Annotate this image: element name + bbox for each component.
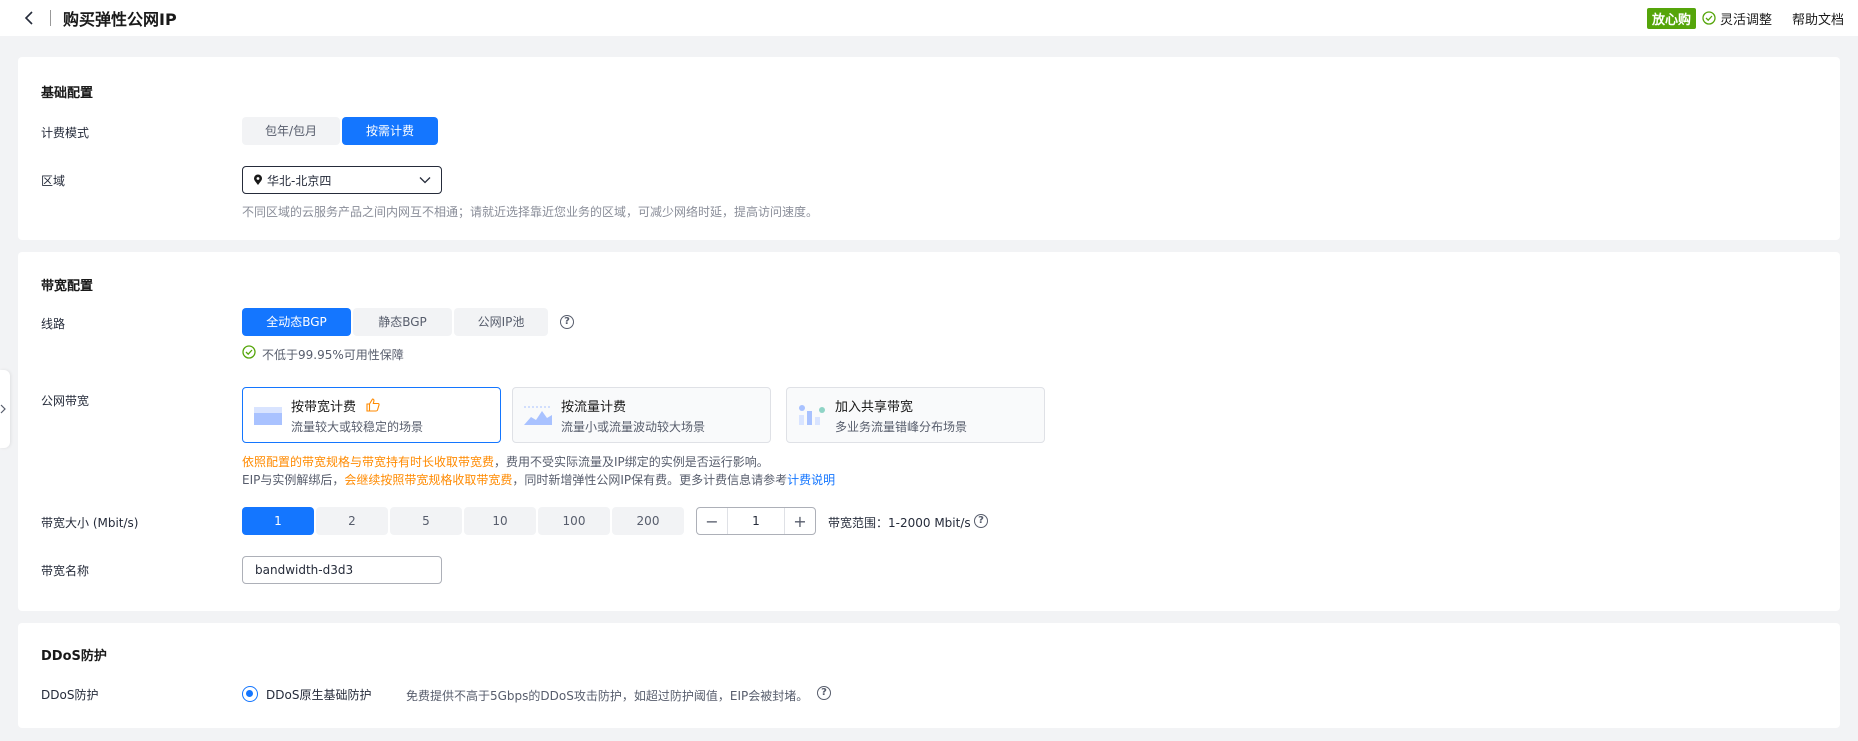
ddos-card: DDoS防护 DDoS防护 DDoS原生基础防护 免费提供不高于5Gbps的DD… bbox=[18, 623, 1840, 728]
billing-note-line2-highlight: 会继续按照带宽规格收取带宽费 bbox=[344, 473, 513, 487]
region-label: 区域 bbox=[41, 174, 66, 188]
bandwidth-range-text: 带宽范围：1-2000 Mbit/s bbox=[828, 516, 971, 530]
back-arrow-icon[interactable] bbox=[22, 11, 36, 25]
billing-note-line1-rest: ，费用不受实际流量及IP绑定的实例是否运行影响。 bbox=[494, 455, 769, 469]
title-divider bbox=[50, 10, 51, 26]
billing-mode-label: 计费模式 bbox=[41, 126, 90, 140]
bandwidth-size-label: 带宽大小 (Mbit/s) bbox=[41, 516, 139, 530]
shared-bandwidth-desc: 多业务流量错峰分布场景 bbox=[835, 419, 968, 434]
ddos-title: DDoS防护 bbox=[41, 649, 107, 664]
bandwidth-config-title: 带宽配置 bbox=[41, 279, 94, 294]
billing-info-link[interactable]: 计费说明 bbox=[787, 473, 835, 487]
size-option-5[interactable]: 5 bbox=[390, 507, 462, 535]
size-option-100[interactable]: 100 bbox=[538, 507, 610, 535]
ddos-option-label[interactable]: DDoS原生基础防护 bbox=[266, 686, 371, 703]
bandwidth-size-selector: 1 2 5 10 100 200 bbox=[242, 507, 686, 535]
traffic-chart-icon bbox=[523, 403, 553, 427]
size-option-1[interactable]: 1 bbox=[242, 507, 314, 535]
shared-bandwidth-icon bbox=[797, 403, 827, 427]
assurance-badge: 放心购 bbox=[1646, 7, 1696, 29]
bandwidth-name-label: 带宽名称 bbox=[41, 564, 90, 578]
billing-note-line2-start: EIP与实例解绑后， bbox=[242, 473, 345, 487]
billing-on-demand-button[interactable]: 按需计费 bbox=[342, 117, 438, 145]
billing-by-bandwidth-title: 按带宽计费 bbox=[291, 399, 357, 415]
chevron-down-icon bbox=[419, 176, 431, 184]
billing-yearly-monthly-button[interactable]: 包年/包月 bbox=[242, 117, 340, 145]
line-ip-pool-button[interactable]: 公网IP池 bbox=[454, 308, 548, 336]
billing-by-bandwidth-desc: 流量较大或较稳定的场景 bbox=[291, 419, 424, 434]
side-panel-handle[interactable] bbox=[0, 370, 10, 448]
size-option-10[interactable]: 10 bbox=[464, 507, 536, 535]
region-select[interactable]: 华北-北京四 bbox=[242, 166, 442, 194]
billing-note-line2: EIP与实例解绑后，会继续按照带宽规格收取带宽费，同时新增弹性公网IP保有费。更… bbox=[242, 471, 835, 488]
bandwidth-config-card: 带宽配置 线路 全动态BGP 静态BGP 公网IP池 ? 不低于99.95%可用… bbox=[18, 252, 1840, 611]
billing-note-line1: 依照配置的带宽规格与带宽持有时长收取带宽费，费用不受实际流量及IP绑定的实例是否… bbox=[242, 453, 769, 470]
page-title: 购买弹性公网IP bbox=[63, 10, 177, 29]
top-bar: 购买弹性公网IP 放心购 灵活调整 帮助文档 bbox=[0, 0, 1858, 36]
basic-config-card: 基础配置 计费模式 包年/包月 按需计费 区域 华北-北京四 不同区域的云服务产… bbox=[18, 57, 1840, 240]
ddos-description: 免费提供不高于5Gbps的DDoS攻击防护，如超过防护阈值，EIP会被封堵。 bbox=[406, 689, 809, 703]
availability-check-icon bbox=[242, 345, 256, 362]
size-option-200[interactable]: 200 bbox=[612, 507, 684, 535]
ddos-basic-radio[interactable] bbox=[242, 686, 258, 702]
line-static-bgp-button[interactable]: 静态BGP bbox=[353, 308, 452, 336]
billing-by-bandwidth-card[interactable]: 按带宽计费 流量较大或较稳定的场景 bbox=[242, 387, 501, 443]
line-label: 线路 bbox=[41, 317, 66, 331]
line-selector: 全动态BGP 静态BGP 公网IP池 bbox=[242, 308, 550, 336]
line-full-bgp-button[interactable]: 全动态BGP bbox=[242, 308, 351, 336]
bandwidth-range-help-icon[interactable]: ? bbox=[974, 514, 988, 528]
basic-config-title: 基础配置 bbox=[41, 86, 94, 101]
check-circle-icon bbox=[1702, 11, 1716, 25]
header-actions: 放心购 灵活调整 帮助文档 bbox=[1646, 7, 1844, 29]
stepper-minus-button[interactable]: − bbox=[697, 512, 727, 531]
help-docs-link[interactable]: 帮助文档 bbox=[1792, 9, 1844, 28]
bandwidth-stepper: − 1 + bbox=[696, 507, 816, 535]
public-bandwidth-label: 公网带宽 bbox=[41, 394, 90, 408]
ddos-help-icon[interactable]: ? bbox=[817, 686, 831, 700]
ddos-label: DDoS防护 bbox=[41, 688, 99, 702]
availability-text: 不低于99.95%可用性保障 bbox=[262, 348, 404, 362]
bandwidth-name-input[interactable]: bandwidth-d3d3 bbox=[242, 556, 442, 584]
bandwidth-chart-icon bbox=[253, 403, 283, 427]
billing-mode-selector: 包年/包月 按需计费 bbox=[242, 117, 440, 145]
billing-note-line2-middle: ，同时新增弹性公网IP保有费。更多计费信息请参考 bbox=[512, 473, 788, 487]
billing-note-line1-highlight: 依照配置的带宽规格与带宽持有时长收取带宽费 bbox=[242, 455, 495, 469]
flexible-adjust-label: 灵活调整 bbox=[1719, 12, 1772, 28]
billing-by-traffic-card[interactable]: 按流量计费 流量小或流量波动较大场景 bbox=[512, 387, 771, 443]
billing-by-traffic-title: 按流量计费 bbox=[561, 399, 627, 415]
shared-bandwidth-card[interactable]: 加入共享带宽 多业务流量错峰分布场景 bbox=[786, 387, 1045, 443]
size-option-2[interactable]: 2 bbox=[316, 507, 388, 535]
region-hint: 不同区域的云服务产品之间内网互不相通；请就近选择靠近您业务的区域，可减少网络时延… bbox=[242, 205, 819, 219]
thumbs-up-icon bbox=[366, 398, 380, 412]
billing-by-traffic-desc: 流量小或流量波动较大场景 bbox=[561, 419, 706, 434]
stepper-value-input[interactable]: 1 bbox=[727, 508, 785, 534]
line-help-icon[interactable]: ? bbox=[560, 315, 574, 329]
stepper-plus-button[interactable]: + bbox=[785, 512, 815, 531]
shared-bandwidth-title: 加入共享带宽 bbox=[835, 399, 914, 415]
region-value: 华北-北京四 bbox=[267, 173, 332, 188]
location-pin-icon bbox=[253, 174, 263, 186]
